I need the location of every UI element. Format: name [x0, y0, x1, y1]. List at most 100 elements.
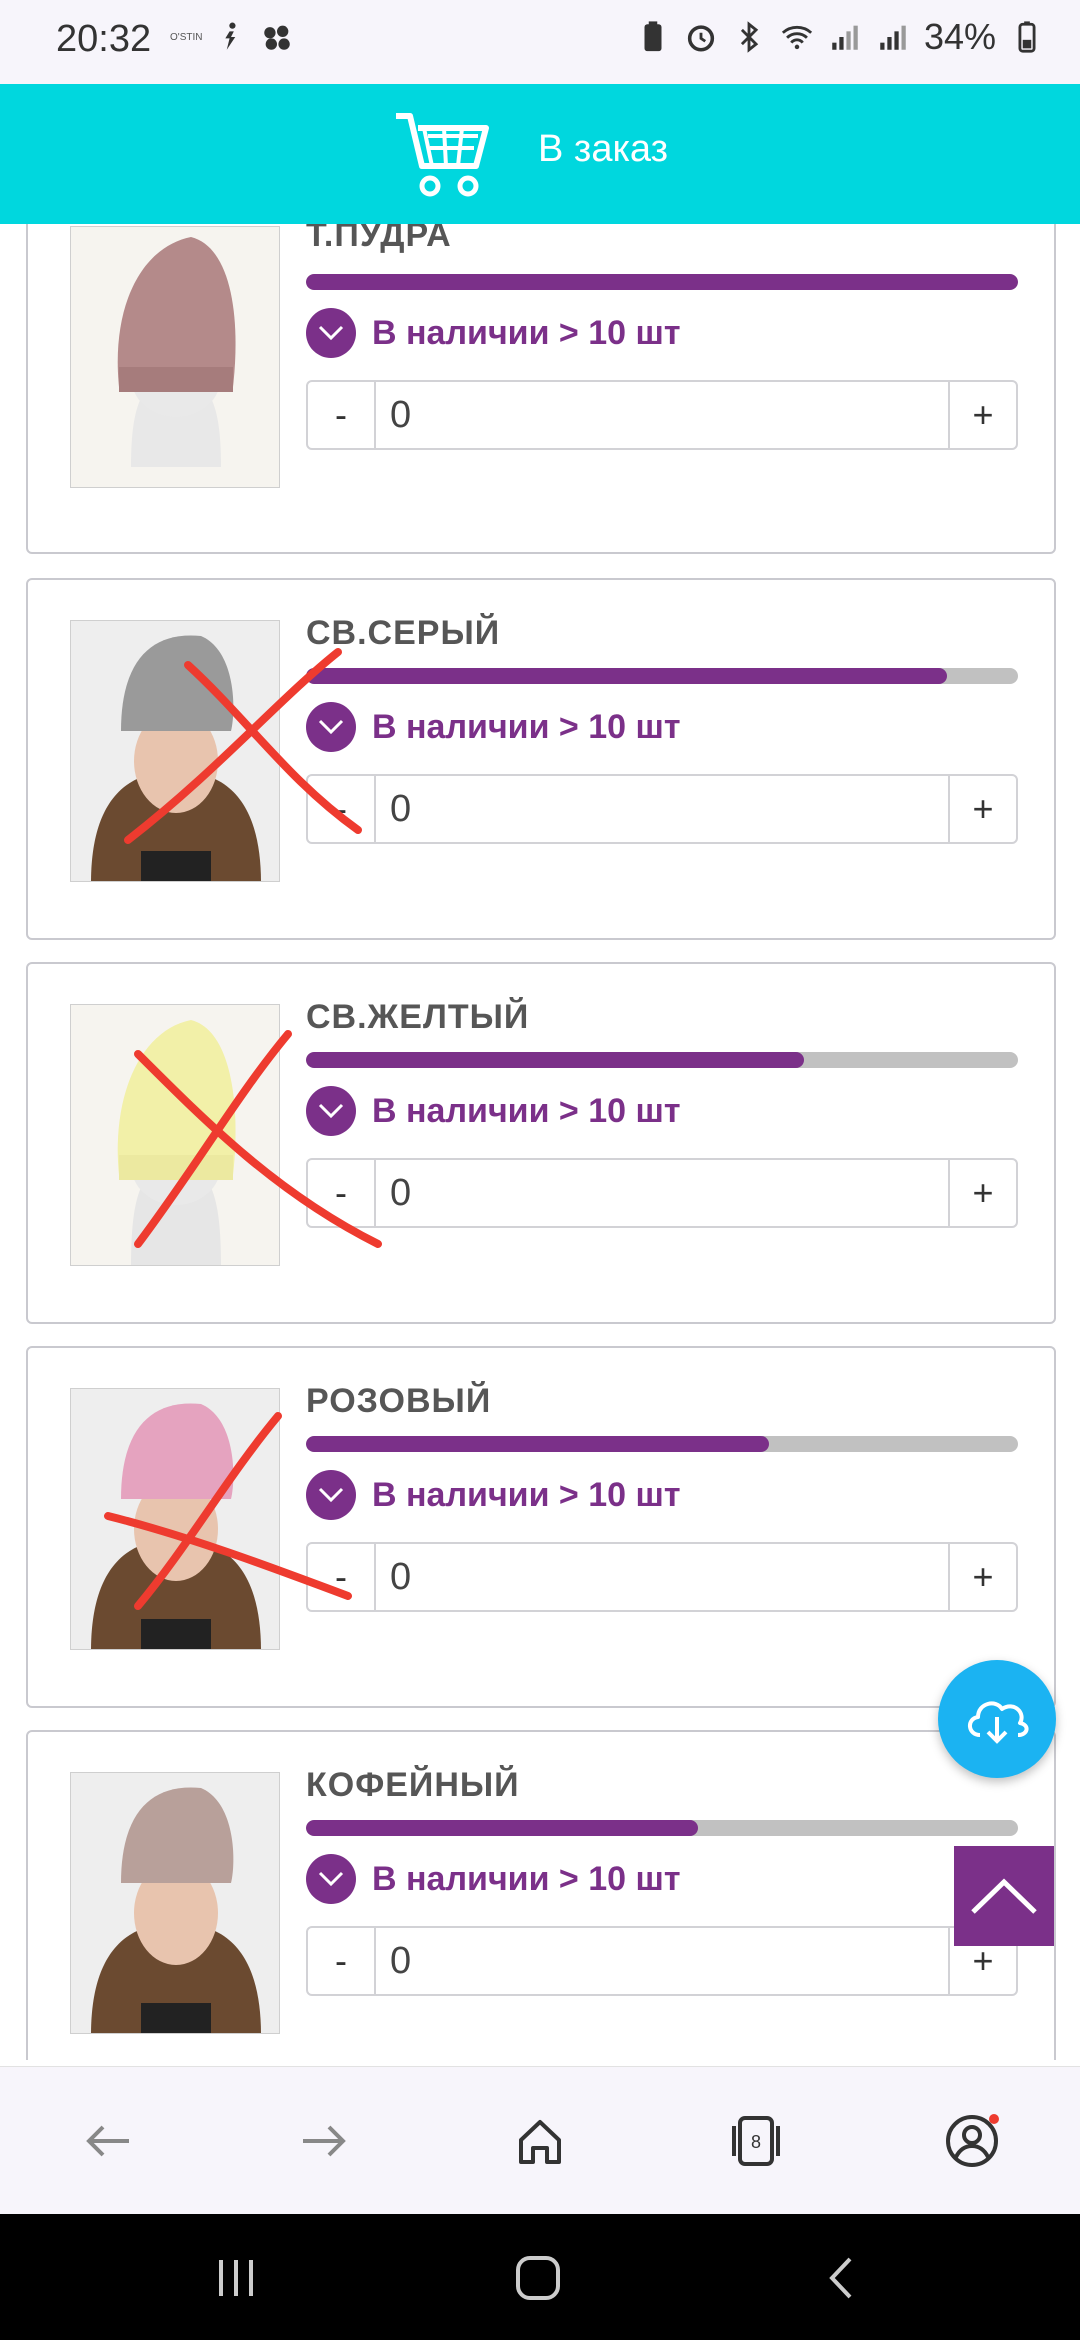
availability-text: В наличии > 10 шт	[372, 313, 681, 352]
decrement-button[interactable]: -	[308, 382, 376, 448]
chevron-up-icon	[971, 1878, 1037, 1914]
chevron-down-icon[interactable]	[306, 702, 356, 752]
tabs-count: 8	[751, 2132, 761, 2152]
product-image	[70, 1004, 280, 1266]
stock-bar	[306, 274, 1018, 290]
wifi-icon	[781, 25, 813, 50]
quantity-input[interactable]: 0	[376, 1928, 948, 1994]
quantity-stepper[interactable]: - 0 +	[306, 380, 1018, 450]
availability-text: В наличии > 10 шт	[372, 1091, 681, 1130]
scroll-to-top-button[interactable]	[954, 1846, 1054, 1946]
variant-name: СВ.СЕРЫЙ	[306, 614, 501, 652]
account-button[interactable]	[942, 2111, 1002, 2171]
cloud-download-button[interactable]	[938, 1660, 1056, 1778]
system-back-button[interactable]	[810, 2248, 870, 2308]
browser-toolbar: 8	[0, 2066, 1080, 2214]
increment-button[interactable]: +	[948, 382, 1016, 448]
stock-bar	[306, 1436, 1018, 1452]
increment-button[interactable]: +	[948, 1160, 1016, 1226]
availability-text: В наличии > 10 шт	[372, 1475, 681, 1514]
alarm-icon	[687, 25, 715, 52]
product-card: КОФЕЙНЫЙ В наличии > 10 шт - 0 +	[26, 1730, 1056, 2060]
stock-bar-fill	[306, 668, 947, 684]
quantity-stepper[interactable]: - 0 +	[306, 1542, 1018, 1612]
stock-bar	[306, 668, 1018, 684]
system-home-button[interactable]	[508, 2248, 568, 2308]
back-button[interactable]	[78, 2111, 138, 2171]
chevron-down-icon[interactable]	[306, 1470, 356, 1520]
product-image	[70, 226, 280, 488]
home-icon	[519, 2120, 561, 2164]
decrement-button[interactable]: -	[308, 1928, 376, 1994]
decrement-button[interactable]: -	[308, 776, 376, 842]
stock-bar-fill	[306, 274, 1018, 290]
ostin-notification-icon: O'STIN	[170, 31, 203, 43]
battery-percent: 34%	[923, 16, 996, 57]
availability-row[interactable]: В наличии > 10 шт	[306, 702, 681, 752]
availability-row[interactable]: В наличии > 10 шт	[306, 308, 681, 358]
battery-icon	[1018, 21, 1036, 53]
person-walking-icon	[225, 22, 237, 50]
availability-row[interactable]: В наличии > 10 шт	[306, 1854, 681, 1904]
tabs-icon: 8	[732, 2116, 780, 2166]
quantity-input[interactable]: 0	[376, 382, 948, 448]
decrement-button[interactable]: -	[308, 1544, 376, 1610]
recent-apps-icon	[219, 2260, 253, 2296]
chevron-down-icon[interactable]	[306, 1086, 356, 1136]
status-left-icons: O'STIN	[170, 20, 294, 54]
product-image	[70, 1388, 280, 1650]
product-card: Т.ПУДРА В наличии > 10 шт - 0 +	[26, 224, 1056, 554]
quantity-stepper[interactable]: - 0 +	[306, 774, 1018, 844]
increment-button[interactable]: +	[948, 1544, 1016, 1610]
availability-row[interactable]: В наличии > 10 шт	[306, 1086, 681, 1136]
header-title: В заказ	[538, 128, 669, 170]
product-variant-list[interactable]: Т.ПУДРА В наличии > 10 шт - 0 + СВ.СЕРЫЙ	[0, 224, 1080, 2060]
battery-saver-icon	[644, 21, 662, 52]
increment-button[interactable]: +	[948, 776, 1016, 842]
stock-bar-fill	[306, 1820, 698, 1836]
chevron-left-icon	[829, 2257, 852, 2299]
notification-dot	[989, 2114, 999, 2124]
status-right-icons: 34%	[636, 16, 1044, 58]
availability-row[interactable]: В наличии > 10 шт	[306, 1470, 681, 1520]
home-button[interactable]	[510, 2111, 570, 2171]
bluetooth-icon	[740, 21, 759, 53]
variant-name: РОЗОВЫЙ	[306, 1382, 492, 1420]
quantity-input[interactable]: 0	[376, 1544, 948, 1610]
variant-name: КОФЕЙНЫЙ	[306, 1766, 520, 1804]
user-account-icon	[946, 2114, 999, 2167]
tabs-button[interactable]: 8	[726, 2111, 786, 2171]
signal-1-icon	[832, 25, 858, 50]
home-square-icon	[516, 2256, 560, 2300]
chevron-down-icon[interactable]	[306, 308, 356, 358]
variant-name: Т.ПУДРА	[306, 224, 452, 254]
status-bar: 20:32 O'STIN 34%	[0, 0, 1080, 84]
recent-apps-button[interactable]	[206, 2248, 266, 2308]
cloud-download-icon	[968, 1701, 1029, 1744]
shopping-cart-icon	[396, 113, 489, 197]
quantity-input[interactable]: 0	[376, 776, 948, 842]
quantity-input[interactable]: 0	[376, 1160, 948, 1226]
app-cluster-icon	[264, 25, 291, 50]
chevron-down-icon[interactable]	[306, 1854, 356, 1904]
status-time: 20:32	[56, 18, 152, 60]
product-image	[70, 1772, 280, 2034]
forward-button[interactable]	[294, 2111, 354, 2171]
signal-2-icon	[880, 25, 906, 50]
stock-bar-fill	[306, 1052, 805, 1068]
product-image	[70, 620, 280, 882]
stock-bar	[306, 1820, 1018, 1836]
variant-name: СВ.ЖЕЛТЫЙ	[306, 998, 530, 1036]
product-card: СВ.ЖЕЛТЫЙ В наличии > 10 шт - 0 +	[26, 962, 1056, 1324]
availability-text: В наличии > 10 шт	[372, 1859, 681, 1898]
product-card: РОЗОВЫЙ В наличии > 10 шт - 0 +	[26, 1346, 1056, 1708]
arrow-left-icon	[86, 2125, 129, 2157]
quantity-stepper[interactable]: - 0 +	[306, 1158, 1018, 1228]
stock-bar-fill	[306, 1436, 769, 1452]
order-header[interactable]: В заказ	[0, 84, 1080, 224]
decrement-button[interactable]: -	[308, 1160, 376, 1226]
quantity-stepper[interactable]: - 0 +	[306, 1926, 1018, 1996]
arrow-right-icon	[303, 2125, 346, 2157]
availability-text: В наличии > 10 шт	[372, 707, 681, 746]
product-card: СВ.СЕРЫЙ В наличии > 10 шт - 0 +	[26, 578, 1056, 940]
